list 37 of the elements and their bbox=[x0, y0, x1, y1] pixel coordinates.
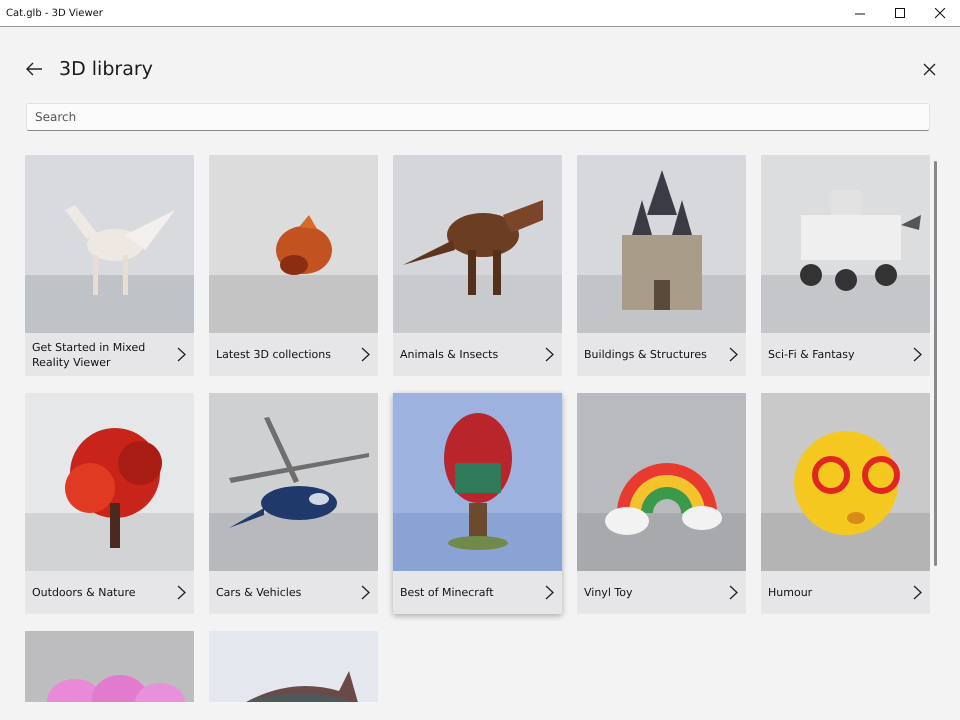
card-label: Latest 3D collections bbox=[216, 347, 331, 362]
card-label: Best of Minecraft bbox=[400, 585, 494, 600]
close-button[interactable] bbox=[921, 60, 938, 78]
chevron-right-icon bbox=[361, 347, 370, 362]
category-card[interactable]: Vinyl Toy bbox=[577, 393, 746, 614]
card-label: Humour bbox=[768, 585, 812, 600]
chevron-right-icon bbox=[545, 585, 554, 600]
category-card[interactable]: Best of Minecraft bbox=[393, 393, 562, 614]
category-card[interactable]: Buildings & Structures bbox=[577, 155, 746, 376]
category-card[interactable]: Animals & Insects bbox=[393, 155, 562, 376]
chevron-right-icon bbox=[177, 347, 186, 362]
category-card[interactable]: Sci-Fi & Fantasy bbox=[761, 155, 930, 376]
category-card[interactable]: Get Started in Mixed Reality Viewer bbox=[25, 155, 194, 376]
card-label: Vinyl Toy bbox=[584, 585, 632, 600]
window-title: Cat.glb - 3D Viewer bbox=[6, 8, 103, 18]
chevron-right-icon bbox=[913, 347, 922, 362]
chevron-right-icon bbox=[729, 347, 738, 362]
chevron-right-icon bbox=[545, 347, 554, 362]
chevron-right-icon bbox=[361, 585, 370, 600]
card-label: Sci-Fi & Fantasy bbox=[768, 347, 855, 362]
category-card[interactable]: Latest 3D collections bbox=[209, 155, 378, 376]
close-icon bbox=[934, 8, 946, 18]
card-label: Cars & Vehicles bbox=[216, 585, 302, 600]
card-label: Buildings & Structures bbox=[584, 347, 707, 362]
search-field[interactable]: Search bbox=[26, 103, 930, 131]
card-label: Animals & Insects bbox=[400, 347, 498, 362]
page-title: 3D library bbox=[59, 58, 153, 80]
scrollbar[interactable] bbox=[934, 161, 937, 566]
maximize-icon bbox=[894, 8, 906, 18]
chevron-right-icon bbox=[729, 585, 738, 600]
chevron-right-icon bbox=[177, 585, 186, 600]
category-card[interactable]: Cars & Vehicles bbox=[209, 393, 378, 614]
card-label: Get Started in Mixed Reality Viewer bbox=[32, 340, 146, 370]
chevron-right-icon bbox=[913, 585, 922, 600]
back-button[interactable] bbox=[24, 60, 45, 78]
card-label: Outdoors & Nature bbox=[32, 585, 136, 600]
category-card[interactable]: Humour bbox=[761, 393, 930, 614]
